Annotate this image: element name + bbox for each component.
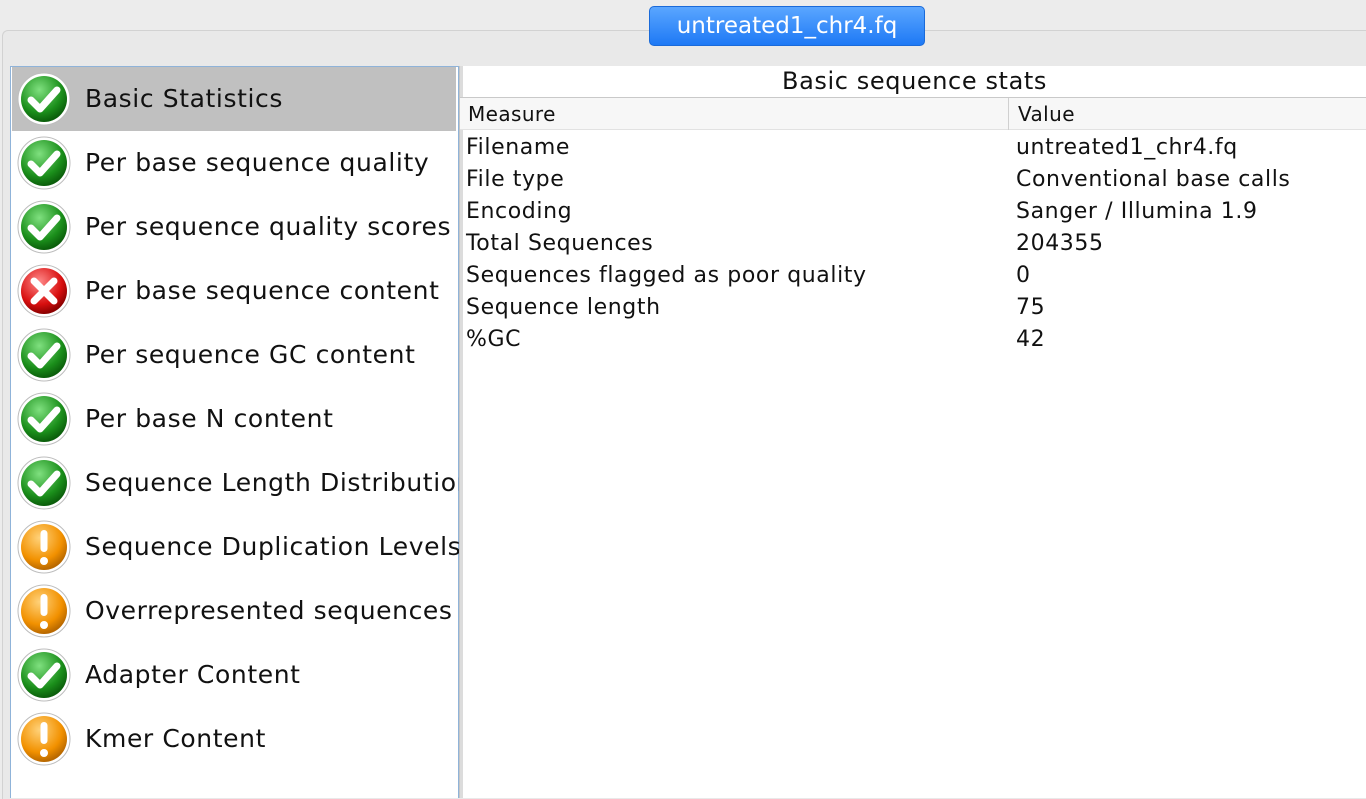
module-list: Basic Statistics Per base sequence quali…	[10, 66, 472, 798]
table-row[interactable]: Total Sequences 204355	[463, 228, 1366, 260]
module-label: Sequence Length Distribution	[85, 468, 474, 497]
file-tab[interactable]: untreated1_chr4.fq	[649, 6, 925, 46]
exclamation-icon	[16, 583, 72, 639]
measure-cell: Total Sequences	[466, 231, 654, 256]
module-label: Adapter Content	[85, 660, 301, 689]
module-label: Per sequence quality scores	[85, 212, 452, 241]
column-header-measure[interactable]: Measure	[468, 98, 1009, 130]
module-overrepresented-sequences[interactable]: Overrepresented sequences	[12, 579, 456, 643]
module-basic-statistics[interactable]: Basic Statistics	[12, 67, 456, 131]
table-header: Measure Value	[460, 97, 1366, 130]
table-title: Basic sequence stats	[782, 67, 1047, 95]
exclamation-icon	[16, 519, 72, 575]
cross-icon	[16, 263, 72, 319]
module-sequence-duplication-levels[interactable]: Sequence Duplication Levels	[12, 515, 461, 579]
module-per-sequence-quality-scores[interactable]: Per sequence quality scores	[12, 195, 456, 259]
module-kmer-content[interactable]: Kmer Content	[12, 707, 456, 771]
value-cell: 75	[1016, 295, 1046, 320]
module-label: Sequence Duplication Levels	[85, 532, 462, 561]
measure-cell: Filename	[466, 135, 571, 160]
module-per-base-sequence-quality[interactable]: Per base sequence quality	[12, 131, 456, 195]
table-row[interactable]: Filename untreated1_chr4.fq	[463, 132, 1366, 164]
module-label: Per base sequence content	[85, 276, 440, 305]
table-row[interactable]: %GC 42	[463, 324, 1366, 356]
module-sequence-length-distribution[interactable]: Sequence Length Distribution	[12, 451, 472, 515]
check-icon	[16, 135, 72, 191]
check-icon	[16, 199, 72, 255]
measure-cell: Sequence length	[466, 295, 661, 320]
value-cell: 42	[1016, 327, 1046, 352]
check-icon	[16, 391, 72, 447]
check-icon	[16, 71, 72, 127]
value-cell: Conventional base calls	[1016, 167, 1291, 192]
table-row[interactable]: Sequences flagged as poor quality 0	[463, 260, 1366, 292]
module-label: Kmer Content	[85, 724, 266, 753]
exclamation-icon	[16, 711, 72, 767]
module-label: Per base N content	[85, 404, 334, 433]
module-per-base-n-content[interactable]: Per base N content	[12, 387, 456, 451]
measure-cell: %GC	[466, 327, 522, 352]
measure-cell: Encoding	[466, 199, 573, 224]
value-cell: 204355	[1016, 231, 1104, 256]
measure-cell: File type	[466, 167, 565, 192]
measure-cell: Sequences flagged as poor quality	[466, 263, 867, 288]
check-icon	[16, 647, 72, 703]
results-panel: Basic sequence stats Measure Value Filen…	[460, 66, 1366, 798]
module-per-base-sequence-content[interactable]: Per base sequence content	[12, 259, 456, 323]
table-row[interactable]: Sequence length 75	[463, 292, 1366, 324]
check-icon	[16, 455, 72, 511]
module-label: Per sequence GC content	[85, 340, 416, 369]
module-label: Basic Statistics	[85, 84, 284, 113]
value-cell: Sanger / Illumina 1.9	[1016, 199, 1258, 224]
module-label: Overrepresented sequences	[85, 596, 453, 625]
table-row[interactable]: Encoding Sanger / Illumina 1.9	[463, 196, 1366, 228]
module-adapter-content[interactable]: Adapter Content	[12, 643, 456, 707]
value-cell: 0	[1016, 263, 1031, 288]
module-label: Per base sequence quality	[85, 148, 430, 177]
module-per-sequence-gc-content[interactable]: Per sequence GC content	[12, 323, 456, 387]
column-header-value[interactable]: Value	[1018, 98, 1075, 130]
check-icon	[16, 327, 72, 383]
value-cell: untreated1_chr4.fq	[1016, 135, 1238, 160]
table-row[interactable]: File type Conventional base calls	[463, 164, 1366, 196]
